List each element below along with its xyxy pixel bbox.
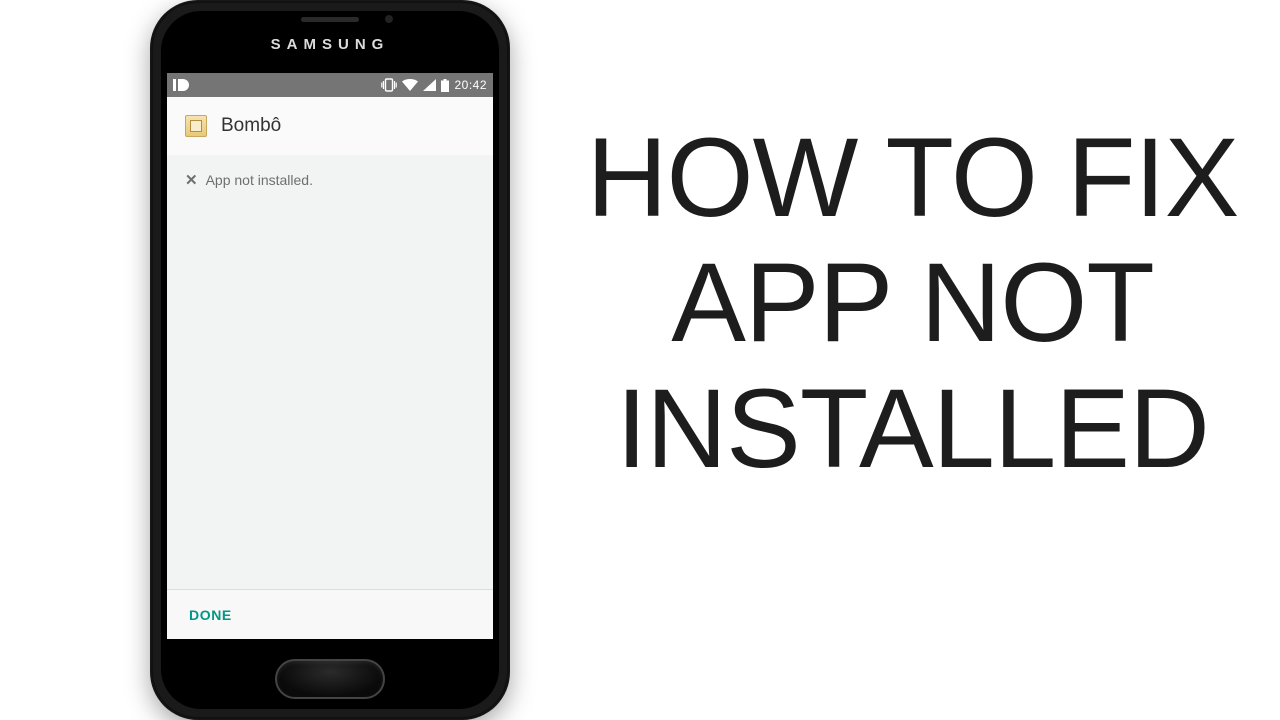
app-title: Bombô: [221, 115, 281, 137]
statusbar-clock: 20:42: [454, 78, 487, 92]
app-body: ✕ App not installed.: [167, 155, 493, 589]
vibrate-icon: [381, 78, 397, 92]
headline-line-2: APP NOT: [575, 240, 1250, 365]
statusbar-left: [173, 79, 189, 91]
app-header: Bombô: [167, 97, 493, 155]
close-icon: ✕: [185, 171, 198, 189]
app-footer: DONE: [167, 589, 493, 639]
home-button[interactable]: [275, 659, 385, 699]
headline-text: HOW TO FIX APP NOT INSTALLED: [575, 115, 1250, 491]
app-icon: [185, 115, 207, 137]
phone-speaker: [301, 17, 359, 22]
headline-line-1: HOW TO FIX: [575, 115, 1250, 240]
id-icon: [173, 79, 189, 91]
phone-sensor: [385, 15, 393, 23]
package-installer: Bombô ✕ App not installed. DONE: [167, 97, 493, 639]
headline-line-3: INSTALLED: [575, 366, 1250, 491]
thumbnail-stage: SAMSUNG: [0, 0, 1280, 720]
battery-icon: [441, 79, 449, 92]
wifi-icon: [402, 79, 418, 91]
cell-signal-icon: [423, 79, 436, 91]
phone-bezel: SAMSUNG: [153, 3, 507, 717]
statusbar-right: 20:42: [381, 78, 487, 92]
install-error-row: ✕ App not installed.: [185, 171, 475, 189]
phone-mockup: SAMSUNG: [150, 0, 510, 720]
done-button[interactable]: DONE: [189, 607, 232, 623]
phone-screen: 20:42 Bombô ✕ App not installed.: [167, 73, 493, 639]
phone-brand: SAMSUNG: [153, 36, 507, 53]
android-statusbar: 20:42: [167, 73, 493, 97]
install-error-message: App not installed.: [206, 172, 313, 188]
